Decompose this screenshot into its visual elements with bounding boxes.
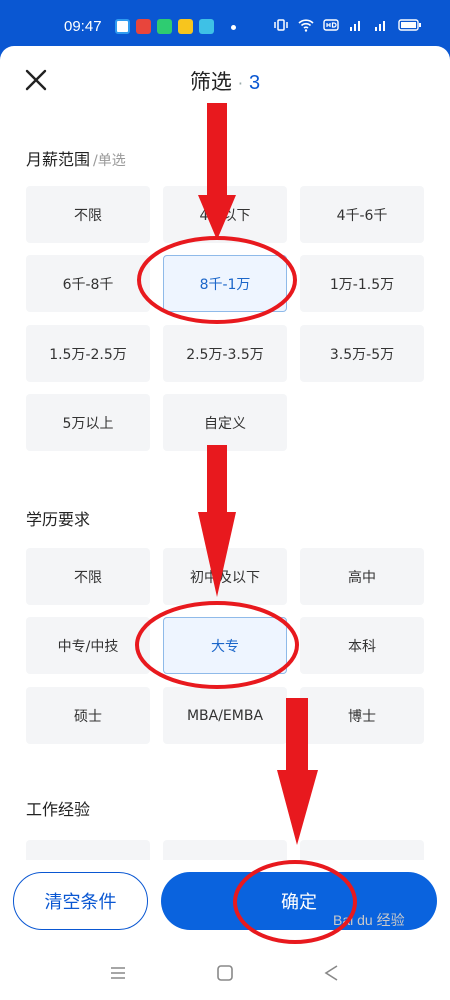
filter-sheet: 筛选 · 3 月薪范围/单选 不限 4千以下 4千-6千 6千-8千 8千-1万 1… (0, 46, 450, 1000)
signal-5g-icon (350, 21, 360, 31)
signal-5g-icon-2 (375, 21, 385, 31)
experience-section-title: 工作经验 (26, 800, 91, 819)
salary-mode-label: /单选 (93, 153, 126, 169)
baidu-watermark: Bai du 经验 (333, 912, 405, 928)
salary-option-unlimited[interactable]: 不限 (26, 186, 150, 243)
education-option-vocational[interactable]: 中专/中技 (26, 617, 150, 674)
salary-option-under-4k[interactable]: 4千以下 (163, 186, 287, 243)
salary-title-text: 月薪范围 (26, 150, 91, 169)
education-option-master[interactable]: 硕士 (26, 687, 150, 744)
salary-option-over-50k[interactable]: 5万以上 (26, 394, 150, 451)
status-bar: 09:47 (0, 0, 450, 48)
filter-count-badge: 3 (248, 72, 261, 94)
education-section-title: 学历要求 (26, 510, 91, 529)
salary-option-6k-8k[interactable]: 6千-8千 (26, 255, 150, 312)
notification-icons (115, 19, 214, 34)
salary-option-35k-50k[interactable]: 3.5万-5万 (300, 325, 424, 382)
title-separator: · (237, 73, 243, 93)
page-title: 筛选 · 3 (0, 66, 450, 96)
news-app-icon (136, 19, 151, 34)
salary-option-custom[interactable]: 自定义 (163, 394, 287, 451)
education-option-doctor[interactable]: 博士 (300, 687, 424, 744)
education-option-unlimited[interactable]: 不限 (26, 548, 150, 605)
education-option-mba[interactable]: MBA/EMBA (163, 687, 287, 744)
phone-app-icon (157, 19, 172, 34)
wifi-icon (298, 19, 314, 32)
clear-filters-button[interactable]: 清空条件 (13, 872, 148, 930)
back-icon[interactable] (322, 964, 342, 982)
education-option-bachelor[interactable]: 本科 (300, 617, 424, 674)
salary-option-4k-6k[interactable]: 4千-6千 (300, 186, 424, 243)
chat-app-icon (199, 19, 214, 34)
battery-icon (398, 19, 421, 31)
more-notifications-icon (231, 25, 236, 30)
title-text: 筛选 (189, 70, 232, 94)
home-icon[interactable] (215, 964, 235, 982)
salary-option-8k-10k[interactable]: 8千-1万 (163, 255, 287, 312)
education-option-junior-high[interactable]: 初中及以下 (163, 548, 287, 605)
salary-section-title: 月薪范围/单选 (26, 146, 126, 170)
vibrate-icon (274, 19, 288, 31)
education-option-associate[interactable]: 大专 (163, 617, 287, 674)
menu-icon[interactable] (108, 964, 128, 982)
education-option-high-school[interactable]: 高中 (300, 548, 424, 605)
message-app-icon (178, 19, 193, 34)
salary-option-15k-25k[interactable]: 1.5万-2.5万 (26, 325, 150, 382)
status-time: 09:47 (64, 18, 102, 35)
system-nav-bar (0, 946, 450, 1000)
salary-option-25k-35k[interactable]: 2.5万-3.5万 (163, 325, 287, 382)
hd-icon (323, 19, 339, 31)
system-status-icons (273, 18, 422, 32)
baidu-app-icon (115, 19, 130, 34)
salary-option-10k-15k[interactable]: 1万-1.5万 (300, 255, 424, 312)
